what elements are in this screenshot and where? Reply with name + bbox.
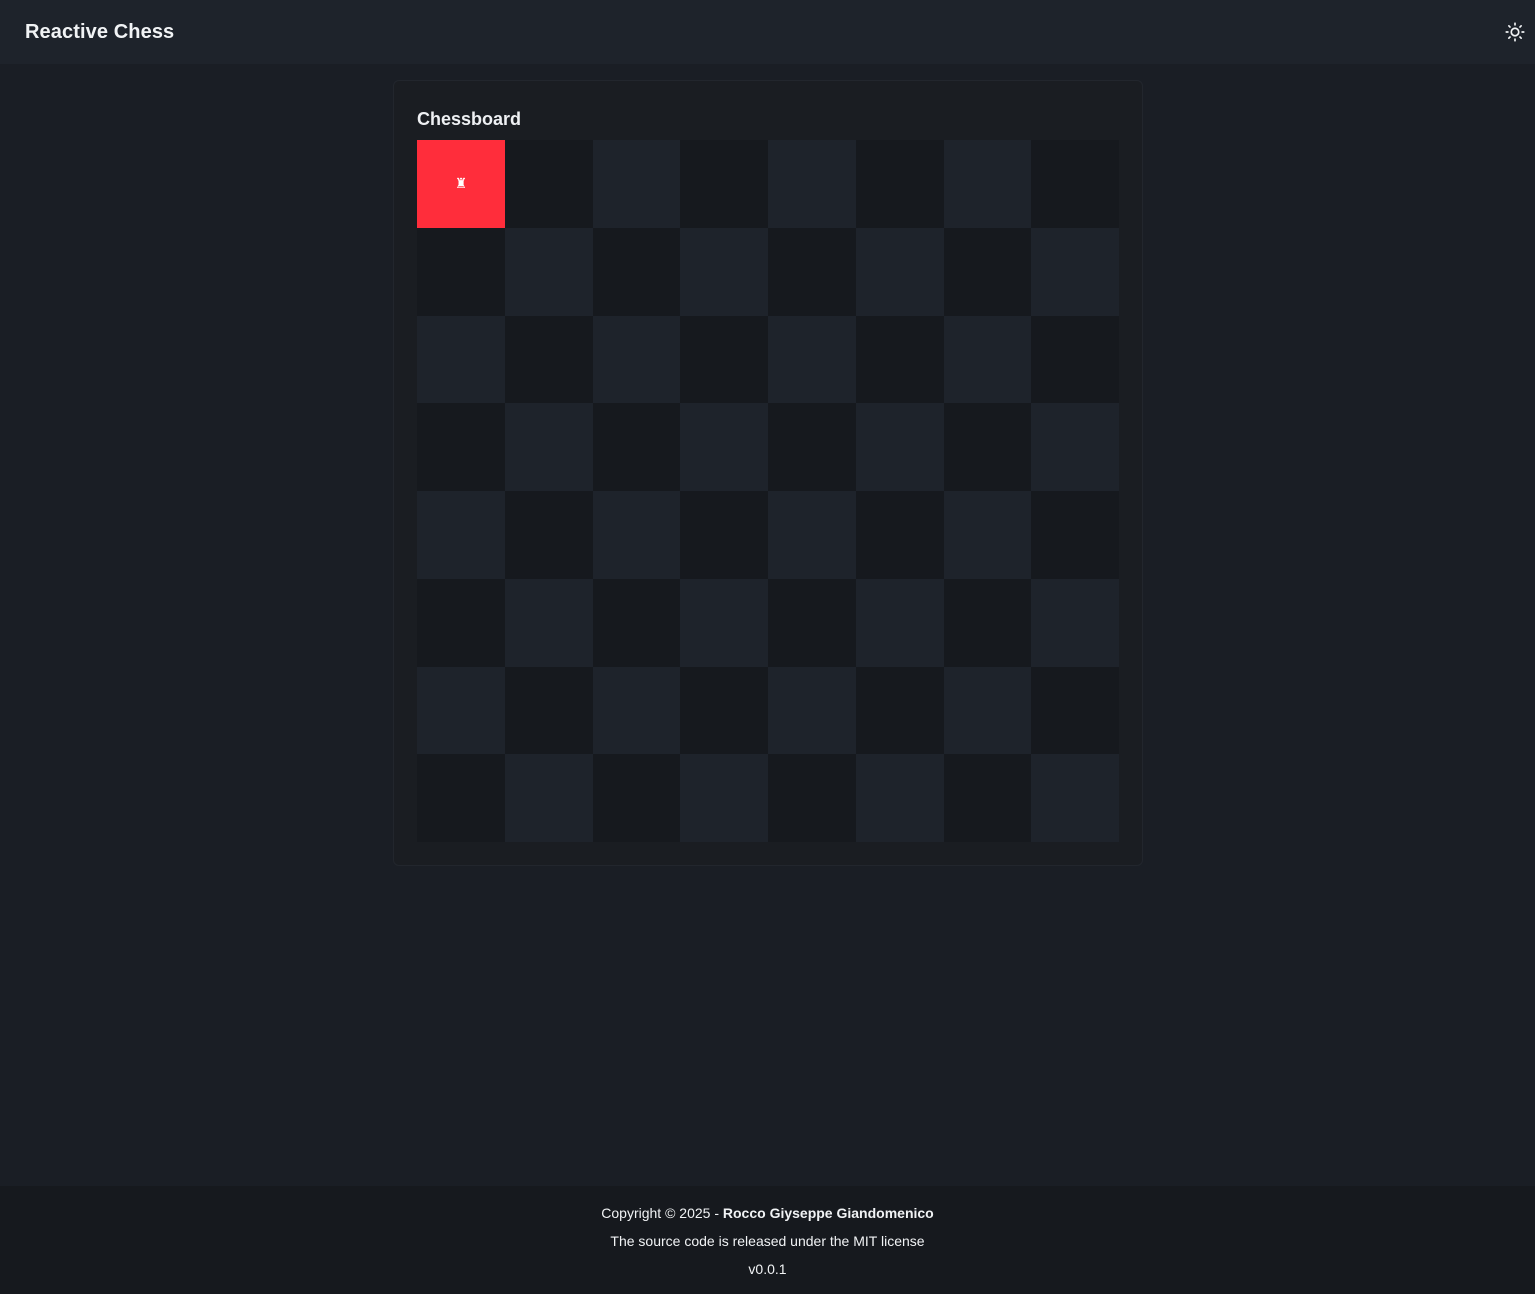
square-a4[interactable] [417,491,505,579]
square-b1[interactable] [504,754,593,842]
copyright-text: Copyright © 2025 - [601,1205,723,1221]
square-g2[interactable] [943,666,1032,755]
sun-icon [1505,22,1525,42]
square-a5[interactable] [417,403,505,491]
square-e5[interactable] [768,403,856,491]
square-e3[interactable] [768,578,856,667]
author-name: Rocco Giyseppe Giandomenico [722,1205,934,1221]
square-d3[interactable] [680,578,768,667]
square-b7[interactable] [504,227,593,316]
square-d7[interactable] [680,227,768,316]
square-f1[interactable] [855,754,944,842]
square-g4[interactable] [943,491,1032,579]
square-h7[interactable] [1031,227,1119,316]
square-g7[interactable] [943,227,1032,316]
square-g5[interactable] [943,403,1032,491]
square-e8[interactable] [768,140,856,228]
square-f7[interactable] [855,227,944,316]
square-d8[interactable] [680,140,768,228]
license-text: The source code is released under the MI… [610,1233,925,1249]
square-e4[interactable] [768,491,856,579]
square-f5[interactable] [855,403,944,491]
square-c6[interactable] [592,315,681,404]
square-c5[interactable] [592,403,681,491]
square-e1[interactable] [768,754,856,842]
square-d4[interactable] [680,491,768,579]
square-h8[interactable] [1031,140,1119,228]
square-c7[interactable] [592,227,681,316]
square-b3[interactable] [504,578,593,667]
square-h3[interactable] [1031,578,1119,667]
square-c8[interactable] [592,140,681,228]
version-text: v0.0.1 [748,1261,787,1277]
square-e6[interactable] [768,315,856,404]
square-d1[interactable] [680,754,768,842]
square-g3[interactable] [943,578,1032,667]
square-b5[interactable] [504,403,593,491]
square-e7[interactable] [768,227,856,316]
theme-toggle-button[interactable] [1503,20,1527,44]
copyright-line: Copyright © 2025 - Rocco Giyseppe Giando… [0,1203,1535,1231]
square-h1[interactable] [1031,754,1119,842]
square-g6[interactable] [943,315,1032,404]
square-h4[interactable] [1031,491,1119,579]
square-f6[interactable] [855,315,944,404]
square-d2[interactable] [680,666,768,755]
square-a8[interactable]: ♜ [417,140,505,228]
chessboard-card: Chessboard ♜ [393,80,1143,866]
square-c4[interactable] [592,491,681,579]
square-f4[interactable] [855,491,944,579]
square-b8[interactable] [504,140,593,228]
square-a2[interactable] [417,666,505,755]
square-h5[interactable] [1031,403,1119,491]
square-c1[interactable] [592,754,681,842]
square-g8[interactable] [943,140,1032,228]
square-g1[interactable] [943,754,1032,842]
square-b4[interactable] [504,491,593,579]
square-e2[interactable] [768,666,856,755]
square-a6[interactable] [417,315,505,404]
square-d6[interactable] [680,315,768,404]
square-b2[interactable] [504,666,593,755]
square-f2[interactable] [855,666,944,755]
square-c2[interactable] [592,666,681,755]
square-h6[interactable] [1031,315,1119,404]
square-a3[interactable] [417,578,505,667]
app-title[interactable]: Reactive Chess [25,21,174,44]
square-h2[interactable] [1031,666,1119,755]
square-c3[interactable] [592,578,681,667]
top-navbar: Reactive Chess [0,0,1535,64]
piece-rook-icon[interactable]: ♜ [455,177,468,191]
square-f8[interactable] [855,140,944,228]
square-a7[interactable] [417,227,505,316]
footer: Copyright © 2025 - Rocco Giyseppe Giando… [0,1186,1535,1294]
chessboard: ♜ [417,140,1119,842]
square-a1[interactable] [417,754,505,842]
square-b6[interactable] [504,315,593,404]
square-f3[interactable] [855,578,944,667]
square-d5[interactable] [680,403,768,491]
card-title: Chessboard [417,109,522,129]
